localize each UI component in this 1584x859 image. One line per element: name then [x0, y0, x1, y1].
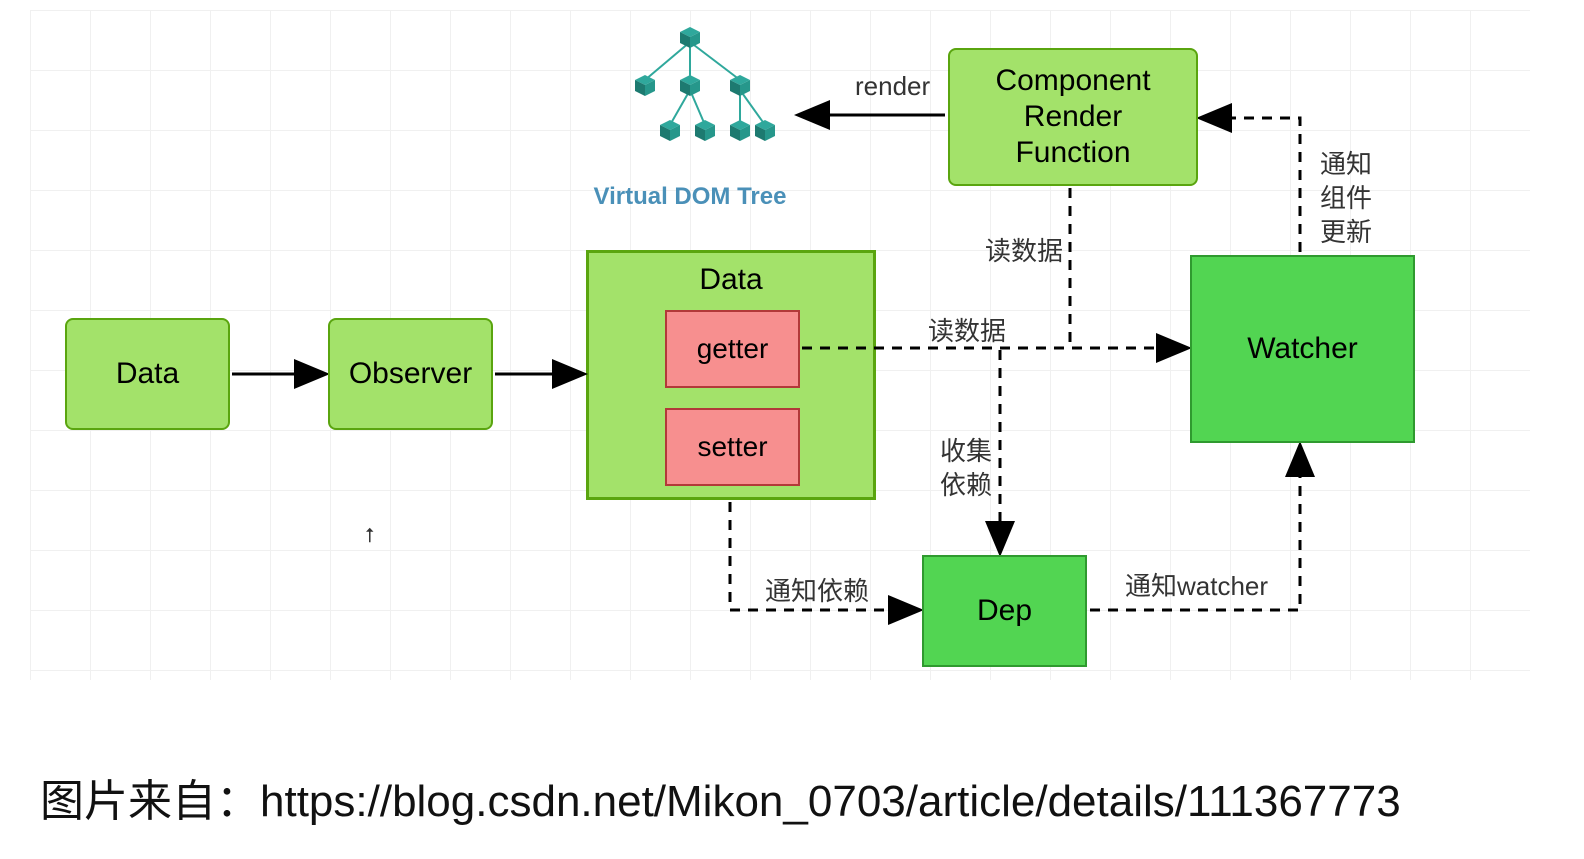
component-render-function-box: Component Render Function — [948, 48, 1198, 186]
getter-box: getter — [665, 310, 800, 388]
notify-watcher-label: 通知watcher — [1125, 570, 1268, 604]
crf-line1: Component — [995, 63, 1150, 99]
cursor-icon: ⭡ — [365, 525, 374, 548]
virtual-dom-tree: Virtual DOM Tree — [590, 20, 790, 211]
observer-box-label: Observer — [349, 357, 472, 391]
getter-label: getter — [697, 333, 769, 365]
watcher-box: Watcher — [1190, 255, 1415, 443]
crf-line2: Render — [1024, 99, 1122, 135]
credit-url: https://blog.csdn.net/Mikon_0703/article… — [260, 777, 1401, 826]
credit-prefix: 图片来自： — [40, 777, 260, 826]
notify-comp-label: 通知 组件 更新 — [1320, 148, 1372, 249]
vdom-caption: Virtual DOM Tree — [590, 183, 790, 211]
dep-box: Dep — [922, 555, 1087, 667]
tree-icon — [590, 20, 790, 170]
observer-box: Observer — [328, 318, 493, 430]
read-data-mid-label: 读数据 — [928, 315, 1006, 349]
setter-label: setter — [697, 431, 767, 463]
image-credit: 图片来自：https://blog.csdn.net/Mikon_0703/ar… — [40, 765, 1401, 829]
data-container-title: Data — [589, 263, 873, 297]
crf-line3: Function — [1015, 135, 1130, 171]
watcher-label: Watcher — [1247, 332, 1358, 366]
data-box-1-label: Data — [116, 357, 179, 391]
collect-dep-label: 收集 依赖 — [940, 435, 992, 503]
setter-box: setter — [665, 408, 800, 486]
render-label: render — [855, 70, 930, 104]
notify-dep-label: 通知依赖 — [765, 575, 869, 609]
data-box-1: Data — [65, 318, 230, 430]
read-data-top-label: 读数据 — [985, 235, 1063, 269]
dep-label: Dep — [977, 594, 1032, 628]
